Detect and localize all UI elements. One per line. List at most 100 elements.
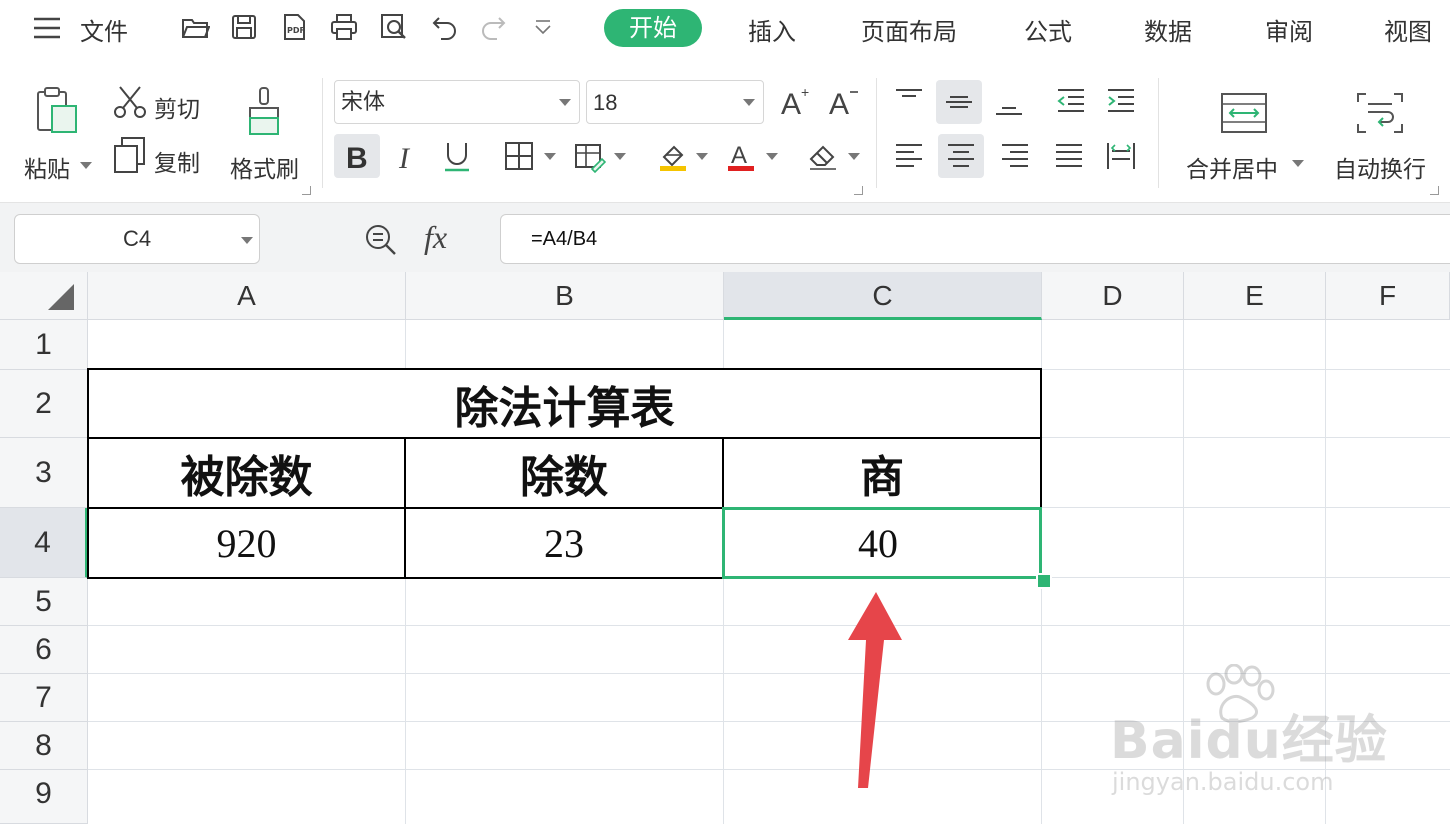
format-painter-button[interactable]: 格式刷 bbox=[226, 82, 306, 183]
align-top-icon[interactable] bbox=[886, 80, 932, 124]
header-quotient-cell[interactable]: 商 bbox=[724, 439, 1040, 507]
copy-button[interactable]: 复制 bbox=[112, 136, 212, 178]
merge-center-button[interactable]: 合并居中 bbox=[1180, 86, 1310, 186]
formula-bar: C4 fx =A4/B4 bbox=[0, 202, 1450, 273]
tab-insert[interactable]: 插入 bbox=[748, 12, 796, 47]
alignment-group-expand-icon[interactable] bbox=[1430, 186, 1439, 195]
increase-font-size-icon[interactable]: A + bbox=[772, 80, 818, 124]
paste-button[interactable]: 粘贴 bbox=[22, 82, 96, 183]
align-left-icon[interactable] bbox=[886, 134, 932, 178]
clear-format-dropdown-icon[interactable] bbox=[848, 153, 860, 160]
row-header-1[interactable]: 1 bbox=[0, 320, 88, 370]
tab-data[interactable]: 数据 bbox=[1144, 12, 1192, 47]
borders-dropdown-icon[interactable] bbox=[544, 153, 556, 160]
distributed-align-icon[interactable] bbox=[1098, 134, 1144, 178]
insert-function-icon[interactable]: fx bbox=[424, 219, 447, 256]
cell-style-dropdown-icon[interactable] bbox=[614, 153, 626, 160]
row-header-2[interactable]: 2 bbox=[0, 370, 88, 438]
font-group-expand-icon[interactable] bbox=[854, 186, 863, 195]
fill-handle[interactable] bbox=[1036, 573, 1052, 589]
name-box[interactable]: C4 bbox=[14, 214, 260, 264]
row-header-4[interactable]: 4 bbox=[0, 508, 88, 578]
save-icon[interactable] bbox=[229, 12, 259, 42]
font-size-select[interactable]: 18 bbox=[586, 80, 764, 124]
tab-page-layout[interactable]: 页面布局 bbox=[861, 12, 957, 47]
redo-icon[interactable] bbox=[478, 12, 508, 42]
paste-label: 粘贴 bbox=[24, 157, 70, 183]
cut-button[interactable]: 剪切 bbox=[112, 84, 212, 124]
increase-indent-icon[interactable] bbox=[1098, 80, 1144, 124]
row-header-5[interactable]: 5 bbox=[0, 578, 88, 626]
font-name-select[interactable]: 宋体 bbox=[334, 80, 580, 124]
name-box-dropdown-icon[interactable] bbox=[241, 237, 253, 244]
header-dividend-cell[interactable]: 被除数 bbox=[89, 439, 404, 507]
align-right-icon[interactable] bbox=[992, 134, 1038, 178]
header-divisor-cell[interactable]: 除数 bbox=[406, 439, 722, 507]
decrease-indent-icon[interactable] bbox=[1048, 80, 1094, 124]
copy-icon bbox=[112, 136, 148, 178]
select-all-corner[interactable] bbox=[0, 272, 88, 320]
menu-bar: 文件 PDF 开始 插入 页面布局 公式 数据 审阅 视图 bbox=[0, 0, 1450, 62]
clipboard-group-expand-icon[interactable] bbox=[302, 186, 311, 195]
wrap-text-label: 自动换行 bbox=[1334, 157, 1426, 183]
tab-formula[interactable]: 公式 bbox=[1024, 12, 1072, 47]
open-folder-icon[interactable] bbox=[180, 12, 211, 42]
fill-color-icon[interactable] bbox=[650, 134, 696, 178]
column-header-b[interactable]: B bbox=[406, 272, 724, 320]
borders-icon[interactable] bbox=[496, 134, 542, 178]
cell-b4[interactable]: 23 bbox=[406, 509, 722, 577]
row-header-9[interactable]: 9 bbox=[0, 770, 88, 824]
row-header-6[interactable]: 6 bbox=[0, 626, 88, 674]
font-color-dropdown-icon[interactable] bbox=[766, 153, 778, 160]
underline-icon[interactable] bbox=[434, 134, 480, 178]
clear-format-icon[interactable] bbox=[800, 134, 846, 178]
font-color-icon[interactable]: A bbox=[718, 134, 764, 178]
column-header-c[interactable]: C bbox=[724, 272, 1042, 320]
svg-text:I: I bbox=[398, 142, 411, 173]
sheet-title-cell[interactable]: 除法计算表 bbox=[89, 370, 1040, 437]
formula-input[interactable]: =A4/B4 bbox=[500, 214, 1450, 264]
font-name-dropdown-icon[interactable] bbox=[559, 99, 571, 106]
ribbon: 粘贴 剪切 复制 格式刷 宋体 18 A + A B I A 合并居中 自动换行 bbox=[0, 62, 1450, 202]
row-header-3[interactable]: 3 bbox=[0, 438, 88, 508]
export-pdf-icon[interactable]: PDF bbox=[279, 12, 309, 42]
column-header-a[interactable]: A bbox=[88, 272, 406, 320]
tab-view[interactable]: 视图 bbox=[1384, 12, 1432, 47]
italic-icon[interactable]: I bbox=[384, 134, 430, 178]
spreadsheet-grid: A B C D E F 1 2 3 4 5 6 7 8 9 除法计算表 被除数 … bbox=[0, 272, 1450, 824]
paint-brush-icon bbox=[244, 86, 284, 142]
fill-color-dropdown-icon[interactable] bbox=[696, 153, 708, 160]
print-icon[interactable] bbox=[329, 12, 359, 42]
copy-label: 复制 bbox=[154, 151, 200, 177]
column-header-d[interactable]: D bbox=[1042, 272, 1184, 320]
row-header-7[interactable]: 7 bbox=[0, 674, 88, 722]
align-bottom-icon[interactable] bbox=[986, 80, 1032, 124]
wrap-text-button[interactable]: 自动换行 bbox=[1330, 86, 1440, 186]
merge-cells-icon bbox=[1220, 92, 1268, 138]
column-header-e[interactable]: E bbox=[1184, 272, 1326, 320]
cell-style-icon[interactable] bbox=[566, 134, 612, 178]
svg-text:+: + bbox=[801, 85, 809, 100]
align-center-icon[interactable] bbox=[938, 134, 984, 178]
scissors-icon bbox=[112, 84, 148, 124]
undo-icon[interactable] bbox=[430, 12, 460, 42]
tab-review[interactable]: 审阅 bbox=[1265, 12, 1313, 47]
justify-icon[interactable] bbox=[1046, 134, 1092, 178]
quick-access-more-icon[interactable] bbox=[528, 12, 558, 42]
zoom-search-icon[interactable] bbox=[364, 223, 398, 261]
column-header-f[interactable]: F bbox=[1326, 272, 1450, 320]
bold-icon[interactable]: B bbox=[334, 134, 380, 178]
font-size-dropdown-icon[interactable] bbox=[743, 99, 755, 106]
decrease-font-size-icon[interactable]: A bbox=[820, 80, 866, 124]
tab-start[interactable]: 开始 bbox=[604, 9, 702, 47]
print-preview-icon[interactable] bbox=[379, 12, 409, 42]
paste-dropdown-icon[interactable] bbox=[80, 162, 92, 169]
menu-file[interactable]: 文件 bbox=[80, 12, 128, 47]
red-arrow-annotation bbox=[848, 592, 902, 788]
row-header-8[interactable]: 8 bbox=[0, 722, 88, 770]
align-middle-icon[interactable] bbox=[936, 80, 982, 124]
cut-label: 剪切 bbox=[154, 97, 200, 123]
cell-a4[interactable]: 920 bbox=[89, 509, 404, 577]
hamburger-menu-icon[interactable] bbox=[32, 16, 62, 40]
merge-center-dropdown-icon[interactable] bbox=[1292, 160, 1304, 167]
